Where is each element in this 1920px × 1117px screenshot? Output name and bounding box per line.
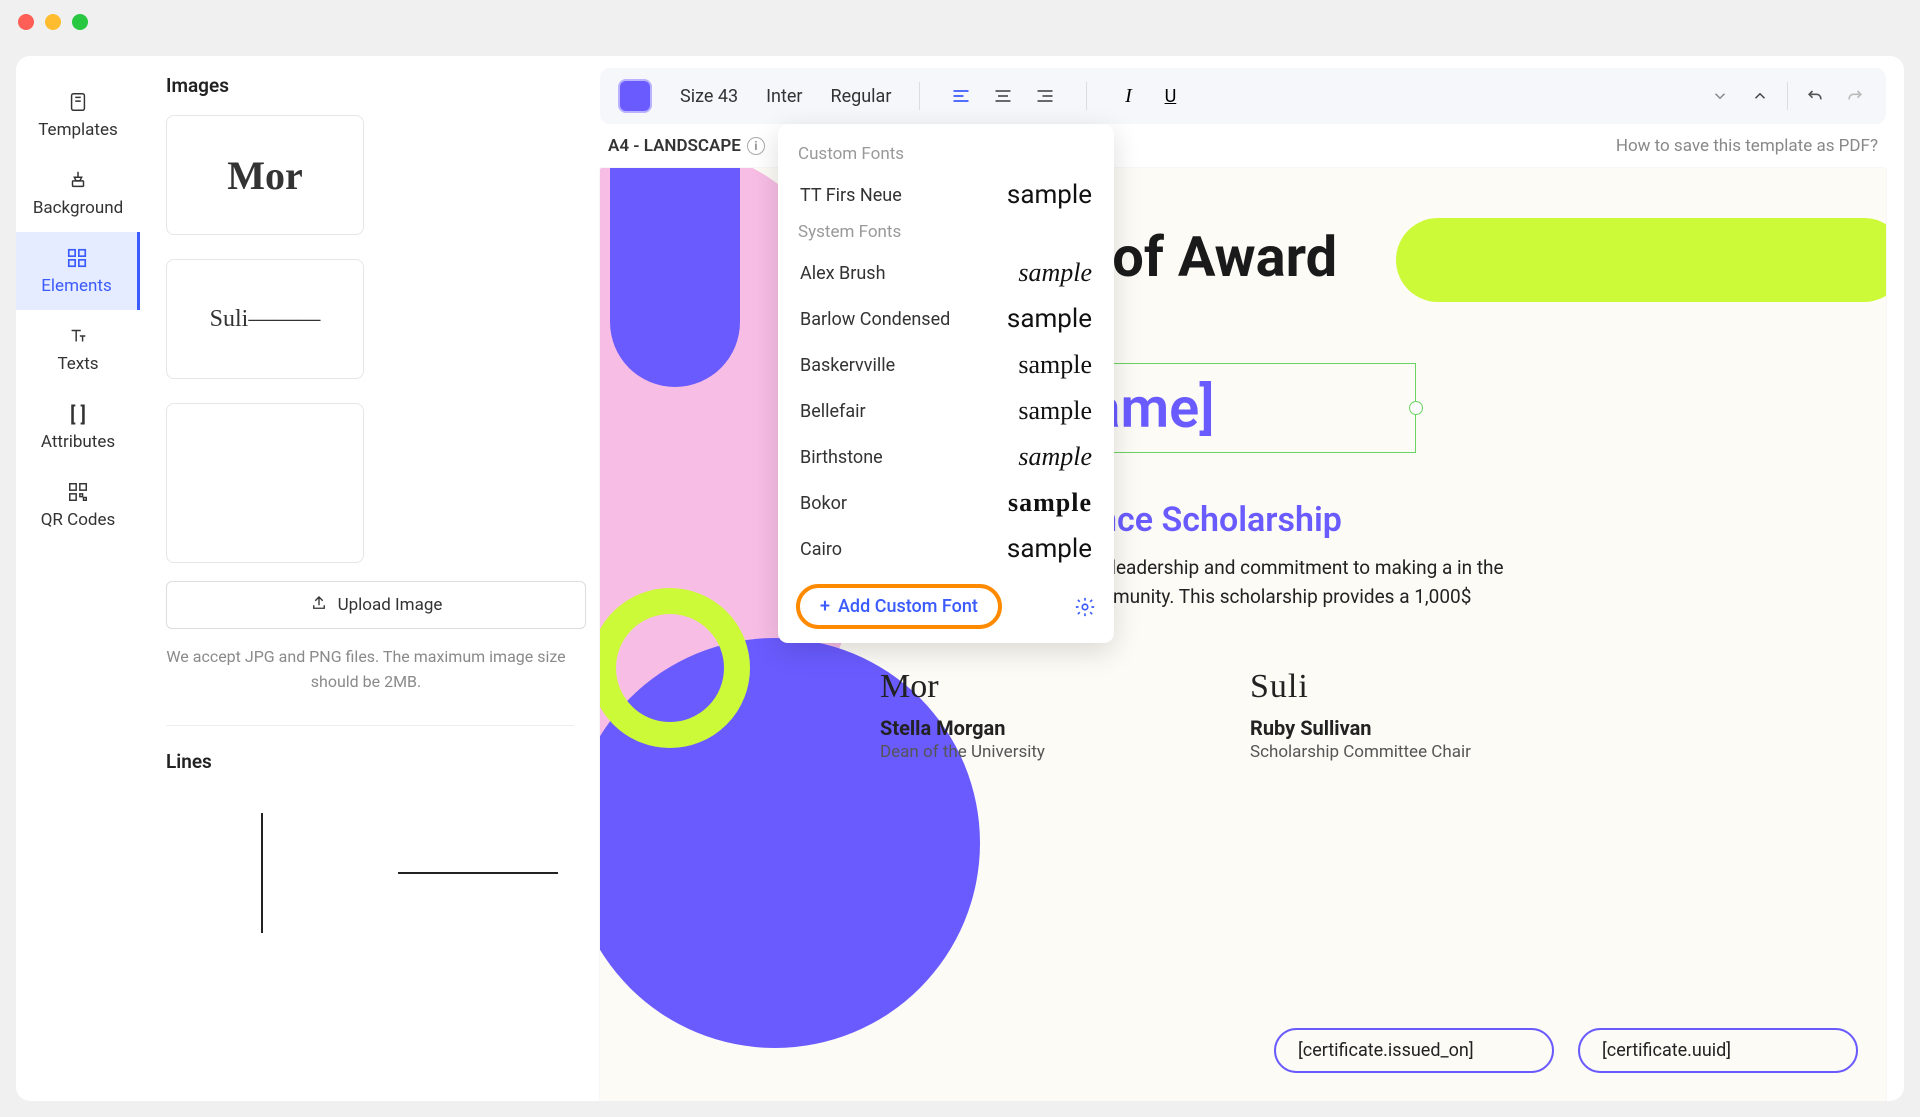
font-family-control[interactable]: Inter [766, 86, 802, 107]
font-dropdown: Custom Fonts TT Firs Neuesample System F… [778, 124, 1114, 643]
attributes-icon: [ ] [66, 402, 90, 426]
info-icon[interactable]: i [747, 137, 765, 155]
lines-grid [166, 793, 574, 953]
shape-purple-bean [610, 168, 740, 387]
maximize-window-button[interactable] [72, 14, 88, 30]
nav-qrcodes-label: QR Codes [41, 510, 116, 530]
pill-issued-on[interactable]: [certificate.issued_on] [1274, 1028, 1554, 1073]
plus-icon: + [820, 596, 830, 617]
nav-background[interactable]: Background [16, 154, 140, 232]
text-toolbar: Size 43 Inter Regular I U [600, 68, 1886, 124]
font-option-bellefair[interactable]: Bellefairsample [778, 388, 1114, 434]
signer-2: Suli Ruby Sullivan Scholarship Committee… [1250, 668, 1500, 762]
pill-uuid[interactable]: [certificate.uuid] [1578, 1028, 1858, 1073]
layer-up-button[interactable] [1747, 83, 1773, 109]
image-thumb-signature-2[interactable]: Suli——— [166, 259, 364, 379]
signature-2: Suli [1250, 668, 1500, 712]
redo-button[interactable] [1842, 83, 1868, 109]
upload-image-button[interactable]: Upload Image [166, 581, 586, 629]
toolbar-divider-3 [1787, 82, 1788, 110]
signer-2-title: Scholarship Committee Chair [1250, 742, 1500, 762]
toolbar-right [1707, 82, 1868, 110]
image-thumb-signature-1[interactable]: Mor [166, 115, 364, 235]
templates-icon [66, 90, 90, 114]
text-color-swatch[interactable] [618, 79, 652, 113]
left-nav-rail: Templates Background Elements Texts [16, 56, 140, 1101]
toolbar-divider-1 [919, 82, 920, 110]
canvas-area: Size 43 Inter Regular I U [600, 56, 1904, 1101]
signer-1: Mor Stella Morgan Dean of the University [880, 668, 1130, 762]
add-custom-font-button[interactable]: + Add Custom Font [796, 584, 1002, 629]
line-vertical[interactable] [166, 793, 358, 953]
align-group [948, 83, 1058, 109]
nav-elements-label: Elements [41, 276, 111, 296]
app-window: Templates Background Elements Texts [0, 0, 1920, 1117]
image-thumb-empty[interactable] [166, 403, 364, 563]
elements-panel: Images Mor Suli——— Upload Image We accep… [140, 56, 600, 1101]
system-fonts-heading: System Fonts [778, 218, 1114, 250]
nav-templates-label: Templates [38, 120, 118, 140]
images-heading: Images [166, 74, 574, 97]
layer-down-button[interactable] [1707, 83, 1733, 109]
font-option-cairo[interactable]: Cairosample [778, 526, 1114, 572]
close-window-button[interactable] [18, 14, 34, 30]
undo-button[interactable] [1802, 83, 1828, 109]
nav-background-label: Background [33, 198, 123, 218]
images-grid: Mor Suli——— [166, 115, 574, 563]
minimize-window-button[interactable] [45, 14, 61, 30]
font-dropdown-footer: + Add Custom Font [778, 572, 1114, 629]
font-option-tt-firs-neue[interactable]: TT Firs Neuesample [778, 172, 1114, 218]
nav-attributes-label: Attributes [41, 432, 115, 452]
elements-icon [65, 246, 89, 270]
font-size-control[interactable]: Size 43 [680, 86, 738, 107]
signer-1-name: Stella Morgan [880, 716, 1130, 740]
font-option-baskervville[interactable]: Baskervvillesample [778, 342, 1114, 388]
font-option-barlow-condensed[interactable]: Barlow Condensedsample [778, 296, 1114, 342]
font-settings-button[interactable] [1074, 596, 1096, 618]
style-group: I U [1115, 83, 1183, 109]
signers-row: Mor Stella Morgan Dean of the University… [880, 668, 1500, 762]
upload-icon [310, 594, 328, 617]
font-option-alex-brush[interactable]: Alex Brushsample [778, 250, 1114, 296]
upload-image-label: Upload Image [338, 595, 443, 615]
texts-icon [66, 324, 90, 348]
align-center-button[interactable] [990, 83, 1016, 109]
font-option-birthstone[interactable]: Birthstonesample [778, 434, 1114, 480]
qrcode-icon [66, 480, 90, 504]
shape-lime-highlight [1396, 218, 1886, 302]
signer-1-title: Dean of the University [880, 742, 1130, 762]
align-left-button[interactable] [948, 83, 974, 109]
align-right-button[interactable] [1032, 83, 1058, 109]
signature-1: Mor [880, 668, 1130, 712]
nav-texts-label: Texts [57, 354, 98, 374]
nav-elements[interactable]: Elements [16, 232, 140, 310]
lines-heading: Lines [166, 750, 574, 773]
font-weight-control[interactable]: Regular [830, 86, 891, 107]
custom-fonts-heading: Custom Fonts [778, 140, 1114, 172]
nav-texts[interactable]: Texts [16, 310, 140, 388]
nav-attributes[interactable]: [ ] Attributes [16, 388, 140, 466]
toolbar-divider-2 [1086, 82, 1087, 110]
mac-titlebar [0, 0, 1920, 44]
italic-button[interactable]: I [1115, 83, 1141, 109]
panel-divider [166, 725, 574, 726]
font-option-bokor[interactable]: Bokorsample [778, 480, 1114, 526]
nav-templates[interactable]: Templates [16, 76, 140, 154]
nav-qrcodes[interactable]: QR Codes [16, 466, 140, 544]
app-body: Templates Background Elements Texts [16, 56, 1904, 1101]
upload-note: We accept JPG and PNG files. The maximum… [166, 645, 566, 695]
attribute-pills: [certificate.issued_on] [certificate.uui… [1274, 1028, 1858, 1073]
background-icon [66, 168, 90, 192]
signer-2-name: Ruby Sullivan [1250, 716, 1500, 740]
underline-button[interactable]: U [1157, 83, 1183, 109]
page-format-label: A4 - LANDSCAPE i [608, 136, 765, 156]
resize-handle-right[interactable] [1409, 401, 1423, 415]
help-save-pdf-link[interactable]: How to save this template as PDF? [1616, 136, 1878, 156]
line-horizontal[interactable] [382, 793, 574, 953]
